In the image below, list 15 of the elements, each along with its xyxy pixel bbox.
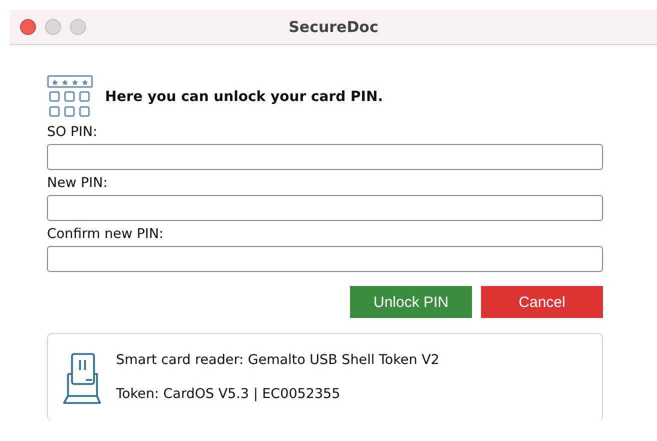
pin-field[interactable] bbox=[47, 195, 603, 221]
info-text: Smart card reader: Gemalto USB Shell Token V2 bbox=[116, 352, 440, 368]
field-label: New PIN: bbox=[47, 174, 109, 193]
pin-field[interactable] bbox=[47, 246, 603, 272]
pin-field[interactable] bbox=[47, 144, 603, 170]
card-reader-icon bbox=[62, 352, 102, 404]
field-label: SO PIN: bbox=[47, 123, 98, 142]
keypad-icon bbox=[47, 75, 93, 119]
info-text: Token: CardOS V5.3 | EC0052355 bbox=[116, 386, 342, 402]
window-title: SecureDoc bbox=[288, 18, 378, 36]
field-label: Confirm new PIN: bbox=[47, 225, 164, 244]
unlock-button[interactable]: Unlock PIN bbox=[350, 286, 472, 318]
close-button[interactable] bbox=[20, 19, 36, 35]
cancel-button[interactable]: Cancel bbox=[481, 286, 603, 318]
heading: Here you can unlock your card PIN. bbox=[105, 89, 384, 105]
